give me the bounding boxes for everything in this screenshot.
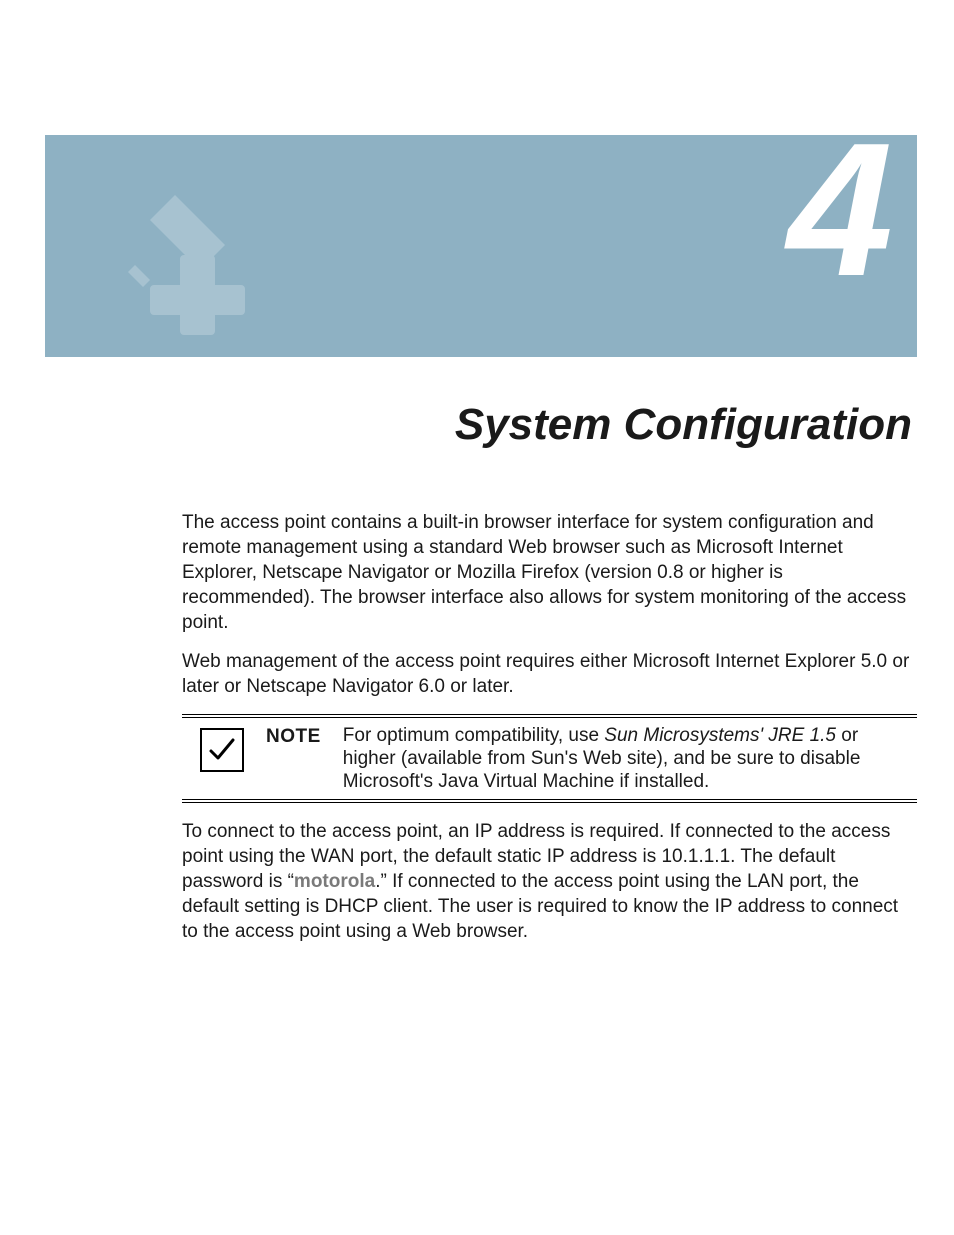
paragraph-1: The access point contains a built-in bro… (182, 510, 917, 635)
content-body: The access point contains a built-in bro… (182, 510, 917, 958)
paragraph-2: Web management of the access point requi… (182, 649, 917, 699)
note-label: NOTE (266, 724, 321, 748)
note-body: For optimum compatibility, use Sun Micro… (343, 724, 917, 794)
banner-decoration (115, 155, 295, 355)
default-password: motorola (294, 871, 375, 892)
note-body-a: For optimum compatibility, use (343, 725, 605, 746)
checkmark-icon (200, 728, 244, 772)
chapter-banner: 4 (45, 135, 917, 357)
paragraph-3: To connect to the access point, an IP ad… (182, 819, 917, 944)
chapter-title: System Configuration (455, 400, 912, 450)
note-body-italic: Sun Microsystems' JRE 1.5 (604, 725, 836, 746)
chapter-number: 4 (787, 135, 887, 305)
note-block: NOTE For optimum compatibility, use Sun … (182, 714, 917, 804)
